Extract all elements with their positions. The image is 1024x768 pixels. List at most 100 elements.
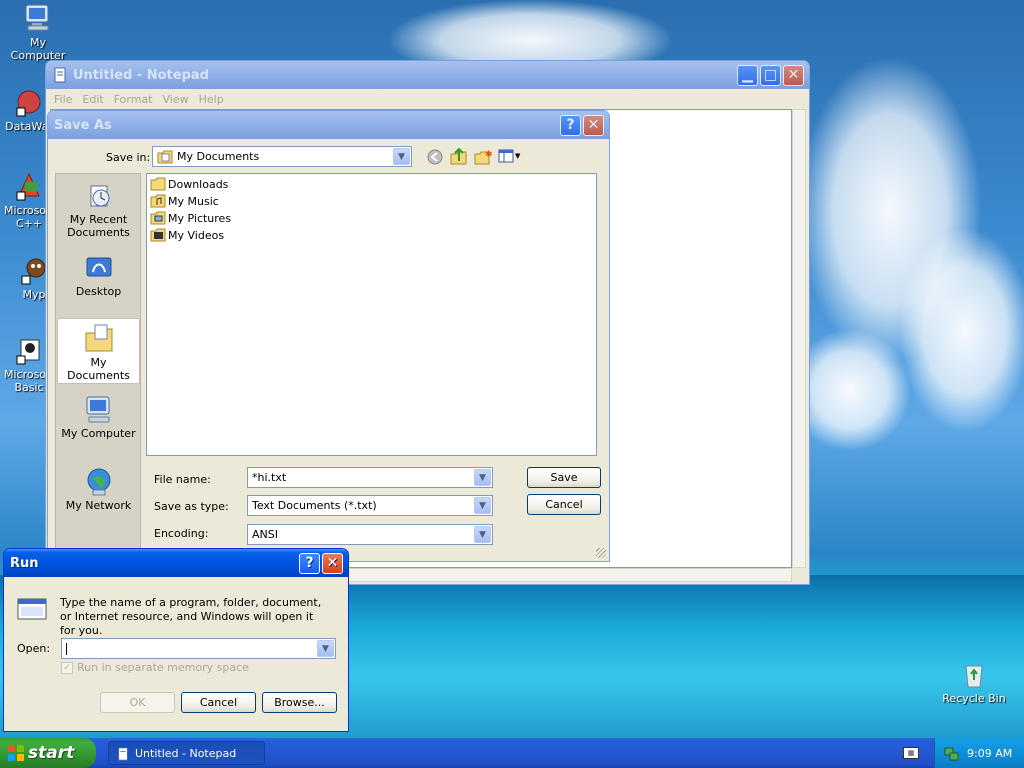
chevron-down-icon: ▼ [515,152,521,160]
place-label: My Computer [61,427,136,440]
visual-basic-icon [16,339,40,365]
taskbar: start Untitled - Notepad ▦ 9:09 AM [0,738,1024,768]
new-folder-button[interactable]: ✱ [474,149,493,168]
videos-folder-icon [150,228,166,242]
file-list[interactable]: Downloads My Music My Pictures My Videos [146,173,597,456]
svg-text:✱: ✱ [485,150,492,160]
encoding-dropdown[interactable]: ANSI ▼ [247,524,493,545]
place-label: My Recent Documents [67,213,130,239]
notepad-menu-bar: File Edit Format View Help [46,89,809,109]
place-label: My Documents [67,356,130,382]
save-as-dialog[interactable]: Save As ? ✕ Save in: My Documents ▼ ✱ ▼ … [47,110,610,562]
text-cursor [66,642,67,655]
encoding-label: Encoding: [154,527,209,540]
notepad-title: Untitled - Notepad [73,67,209,83]
menu-help[interactable]: Help [194,93,229,106]
up-folder-icon [450,147,467,165]
maximize-icon: □ [763,67,778,83]
place-my-recent-documents[interactable]: My Recent Documents [57,176,140,242]
start-label: start [28,743,75,763]
back-arrow-icon [427,149,443,165]
run-program-icon [17,598,47,620]
notepad-title-bar[interactable]: Untitled - Notepad ▁ □ ✕ [46,61,809,89]
view-menu-button[interactable]: ▼ [498,149,520,163]
file-name-value: *hi.txt [252,471,287,484]
save-in-dropdown[interactable]: My Documents ▼ [152,146,412,167]
keyboard-language-icon[interactable]: ▦ [903,747,919,759]
cancel-button[interactable]: Cancel [181,692,256,713]
place-my-network[interactable]: My Network [57,462,140,528]
list-item[interactable]: My Videos [150,227,224,243]
save-in-value: My Documents [177,150,260,163]
chevron-down-icon: ▼ [317,640,334,657]
places-bar: My Recent Documents Desktop My Documents… [55,173,141,559]
save-as-type-label: Save as type: [154,500,229,513]
list-item[interactable]: Downloads [150,176,228,192]
notepad-vertical-scrollbar[interactable] [792,109,806,568]
views-icon [498,149,514,163]
minimize-icon: ▁ [742,67,753,83]
chevron-down-icon: ▼ [474,497,491,514]
desktop-icon-label: My Computer [10,36,66,62]
help-icon: ? [566,117,575,133]
desktop-icon-my-computer[interactable]: My Computer [3,2,73,62]
menu-file[interactable]: File [49,93,77,106]
start-button[interactable]: start [0,738,96,768]
up-folder-button[interactable] [450,147,468,168]
new-folder-icon: ✱ [474,150,493,165]
music-folder-icon [150,194,166,208]
pictures-folder-icon [150,211,166,225]
run-dialog[interactable]: Run ? ✕ Type the name of a program, fold… [3,548,349,732]
back-button[interactable] [427,149,443,168]
open-label: Open: [17,642,51,655]
open-input[interactable]: ▼ [61,638,336,659]
save-as-title: Save As [54,117,112,133]
close-button[interactable]: ✕ [583,114,604,136]
help-button[interactable]: ? [299,552,320,574]
desktop-icon-recycle-bin[interactable]: Recycle Bin [939,658,1009,705]
notepad-icon [54,67,66,83]
place-my-documents[interactable]: My Documents [57,318,140,384]
file-name: My Pictures [168,211,232,225]
system-tray: 9:09 AM [934,738,1024,768]
browse-button[interactable]: Browse... [262,692,337,713]
place-my-computer[interactable]: My Computer [57,390,140,456]
close-icon: ✕ [587,117,600,133]
save-button[interactable]: Save [527,467,601,488]
save-as-type-value: Text Documents (*.txt) [252,499,377,512]
taskbar-item-notepad[interactable]: Untitled - Notepad [108,741,265,765]
clock[interactable]: 9:09 AM [967,747,1012,760]
my-documents-folder-icon [157,150,173,163]
run-separate-memory-checkbox[interactable]: ✓ Run in separate memory space [61,661,249,674]
chevron-down-icon: ▼ [393,148,410,165]
close-icon: ✕ [787,67,800,83]
list-item[interactable]: My Pictures [150,210,231,226]
list-item[interactable]: My Music [150,193,219,209]
menu-view[interactable]: View [158,93,194,106]
save-as-title-bar[interactable]: Save As ? ✕ [48,111,609,139]
ok-button[interactable]: OK [100,692,175,713]
save-as-type-dropdown[interactable]: Text Documents (*.txt) ▼ [247,495,493,516]
close-icon: ✕ [326,555,339,571]
file-name-input[interactable]: *hi.txt ▼ [247,467,493,488]
desktop-icon-label: Recycle Bin [942,692,1006,705]
menu-format[interactable]: Format [109,93,158,106]
run-title-bar[interactable]: Run ? ✕ [4,549,348,577]
windows-logo-icon [8,745,24,761]
close-button[interactable]: ✕ [783,64,804,86]
minimize-button[interactable]: ▁ [737,64,758,86]
place-label: My Network [65,499,132,512]
menu-edit[interactable]: Edit [77,93,108,106]
desktop-icon [86,257,111,277]
help-button[interactable]: ? [560,114,581,136]
run-title: Run [10,555,39,571]
encoding-value: ANSI [252,528,278,541]
network-status-icon[interactable] [944,745,960,761]
close-button[interactable]: ✕ [322,552,343,574]
resize-grip-icon[interactable] [596,548,606,558]
cancel-button[interactable]: Cancel [527,494,601,515]
checkbox-icon: ✓ [61,661,73,674]
place-desktop[interactable]: Desktop [57,248,140,314]
file-name: Downloads [168,177,229,191]
maximize-button[interactable]: □ [760,64,781,86]
